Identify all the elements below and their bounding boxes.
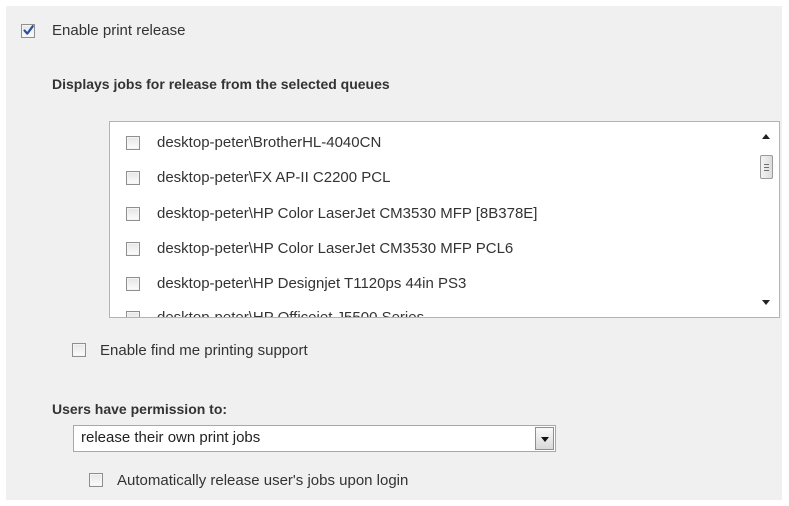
queue-label: desktop-peter\HP Color LaserJet CM3530 M… bbox=[157, 240, 514, 257]
permission-select-value: release their own print jobs bbox=[81, 429, 261, 446]
queue-checkbox[interactable] bbox=[126, 242, 140, 256]
scroll-up-arrow-icon[interactable] bbox=[762, 134, 770, 139]
queue-label: desktop-peter\HP Officejet J5500 Series bbox=[157, 309, 424, 317]
auto-release-label: Automatically release user's jobs upon l… bbox=[117, 472, 409, 489]
queue-label: desktop-peter\HP Color LaserJet CM3530 M… bbox=[157, 205, 538, 222]
queue-list-item[interactable]: desktop-peter\HP Color LaserJet CM3530 M… bbox=[126, 238, 746, 260]
queue-label: desktop-peter\FX AP-II C2200 PCL bbox=[157, 169, 391, 186]
scroll-thumb[interactable] bbox=[760, 155, 773, 179]
chevron-down-icon bbox=[541, 437, 549, 442]
queue-list-item[interactable]: desktop-peter\HP Color LaserJet CM3530 M… bbox=[126, 203, 746, 225]
queue-list-viewport: desktop-peter\BrotherHL-4040CN desktop-p… bbox=[110, 122, 755, 317]
queue-checkbox[interactable] bbox=[126, 311, 140, 317]
find-me-printing-checkbox[interactable] bbox=[72, 343, 86, 357]
queue-list-item[interactable]: desktop-peter\FX AP-II C2200 PCL bbox=[126, 167, 746, 189]
queue-checkbox[interactable] bbox=[126, 136, 140, 150]
queue-label: desktop-peter\BrotherHL-4040CN bbox=[157, 134, 382, 151]
queues-heading: Displays jobs for release from the selec… bbox=[52, 76, 390, 92]
enable-print-release-label: Enable print release bbox=[52, 22, 186, 39]
queue-list-item[interactable]: desktop-peter\HP Designjet T1120ps 44in … bbox=[126, 273, 746, 295]
print-release-settings-panel: Enable print release Displays jobs for r… bbox=[6, 6, 782, 500]
grip-line bbox=[764, 170, 769, 171]
queue-list-item[interactable]: desktop-peter\HP Officejet J5500 Series bbox=[126, 307, 746, 317]
grip-line bbox=[764, 164, 769, 165]
grip-line bbox=[764, 167, 769, 168]
permission-select[interactable]: release their own print jobs bbox=[73, 425, 556, 452]
queue-list[interactable]: desktop-peter\BrotherHL-4040CN desktop-p… bbox=[109, 121, 780, 318]
scroll-down-arrow-icon[interactable] bbox=[762, 300, 770, 305]
permission-dropdown-button[interactable] bbox=[535, 427, 554, 450]
queue-list-item[interactable]: desktop-peter\BrotherHL-4040CN bbox=[126, 132, 746, 154]
queue-checkbox[interactable] bbox=[126, 171, 140, 185]
permission-heading: Users have permission to: bbox=[52, 401, 228, 417]
queue-list-scrollbar[interactable] bbox=[755, 122, 779, 317]
checkmark-icon bbox=[23, 25, 34, 35]
find-me-printing-label: Enable find me printing support bbox=[100, 342, 308, 359]
enable-print-release-checkbox[interactable] bbox=[21, 24, 35, 38]
queue-label: desktop-peter\HP Designjet T1120ps 44in … bbox=[157, 275, 467, 292]
queue-checkbox[interactable] bbox=[126, 277, 140, 291]
queue-checkbox[interactable] bbox=[126, 207, 140, 221]
auto-release-checkbox[interactable] bbox=[89, 473, 103, 487]
